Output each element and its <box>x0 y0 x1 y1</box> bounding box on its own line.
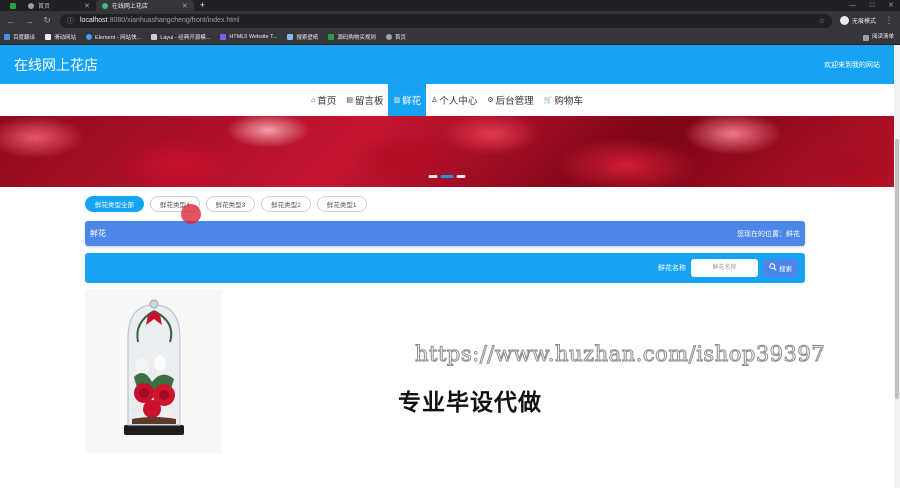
nav-item-home[interactable]: ⌂ 首页 <box>306 84 341 116</box>
browser-tab-label: 首页 <box>38 4 51 10</box>
close-tab-icon[interactable]: ✕ <box>182 2 188 10</box>
window-controls: — □ ✕ <box>849 0 894 11</box>
type-tab[interactable]: 鲜花类型2 <box>261 196 311 212</box>
nav-item-messages[interactable]: ▤ 留言板 <box>341 84 388 116</box>
nav-item-profile[interactable]: ♙ 个人中心 <box>426 84 482 116</box>
reading-list-button[interactable]: 阅读清单 <box>862 30 894 45</box>
bookmark-item[interactable]: Element - 网站快... <box>86 33 141 41</box>
current-position: 您现在的位置：鲜花 <box>737 230 800 238</box>
browser-tab-active[interactable]: 在线网上花店 ✕ <box>95 0 194 11</box>
new-tab-button[interactable]: + <box>200 0 205 11</box>
type-tab-all[interactable]: 鲜花类型全部 <box>85 196 144 212</box>
carousel-dot[interactable] <box>428 175 438 178</box>
url-path: :8080/xianhuashangcheng/front/index.html <box>107 17 240 24</box>
url-input[interactable]: ⓘ localhost:8080/xianhuashangcheng/front… <box>60 13 832 28</box>
reading-list-icon <box>862 34 869 41</box>
address-bar: ← → ↻ ⓘ localhost:8080/xianhuashangcheng… <box>0 11 900 30</box>
bookmark-icon <box>287 34 294 40</box>
bookmark-icon <box>151 34 158 40</box>
bookmark-item[interactable]: 百度翻译 <box>4 33 35 41</box>
browser-tab-label: 在线网上花店 <box>111 4 148 10</box>
product-card[interactable] <box>85 290 222 453</box>
bookmark-item[interactable]: 源码购物买规则 <box>328 33 376 41</box>
bookmark-icon <box>220 34 227 40</box>
search-input[interactable] <box>691 259 758 277</box>
home-icon: ⌂ <box>311 96 316 104</box>
nav-item-admin[interactable]: ⚙ 后台管理 <box>482 84 538 116</box>
scrollbar-thumb[interactable] <box>895 139 899 399</box>
bookmark-star-icon[interactable]: ☆ <box>819 17 825 25</box>
forward-icon[interactable]: → <box>24 16 34 26</box>
breadcrumb: 鲜花 您现在的位置：鲜花 <box>85 221 805 246</box>
vue-icon <box>101 2 108 9</box>
close-window-icon[interactable]: ✕ <box>888 0 894 11</box>
carousel-dot[interactable] <box>456 175 466 178</box>
maximize-icon[interactable]: □ <box>870 0 874 11</box>
bookmark-item[interactable]: 搜索壁纸 <box>287 33 318 41</box>
search-label: 鲜花名称 <box>658 265 686 272</box>
carousel-indicators <box>428 175 466 178</box>
bookmark-item[interactable]: HTML5 Website T... <box>220 34 277 40</box>
globe-icon <box>28 2 34 9</box>
grid-icon: ▥ <box>393 97 401 104</box>
type-tab[interactable]: 鲜花类型1 <box>316 196 367 212</box>
section-title: 鲜花 <box>90 229 106 238</box>
bookmark-item[interactable]: 滑动网站 <box>45 33 76 41</box>
carousel-dot-active[interactable] <box>440 175 454 178</box>
avatar <box>839 16 849 25</box>
main-nav: ⌂ 首页 ▤ 留言板 ▥ 鲜花 ♙ 个人中心 ⚙ 后台管理 🛒 购物车 <box>0 84 894 116</box>
watermark: https://www.huzhan.com/ishop39397 <box>414 342 826 367</box>
bookmark-icon <box>45 34 52 40</box>
flower-image <box>123 299 184 435</box>
search-bar: 鲜花名称 搜索 <box>85 253 805 283</box>
back-icon[interactable]: ← <box>6 16 16 26</box>
tab-favicon-icon <box>10 2 16 9</box>
profile-button[interactable]: 无痕模式 <box>839 16 876 25</box>
banner-carousel[interactable] <box>0 116 894 187</box>
site-title: 在线网上花店 <box>14 56 98 73</box>
cart-icon: 🛒 <box>543 97 553 104</box>
bookmark-icon <box>328 34 335 40</box>
nav-item-flowers[interactable]: ▥ 鲜花 <box>388 84 427 116</box>
link-icon: ⚙ <box>487 97 494 104</box>
click-indicator <box>181 204 201 224</box>
search-button[interactable]: 搜索 <box>763 259 798 277</box>
reload-icon[interactable]: ↻ <box>42 15 52 26</box>
browser-tab[interactable]: 首页 ✕ <box>22 0 96 11</box>
close-tab-icon[interactable]: ✕ <box>84 2 90 10</box>
welcome-text: 欢迎来到我的网站 <box>824 61 880 69</box>
browser-tab-strip: 首页 ✕ 在线网上花店 ✕ + — □ ✕ <box>0 0 900 11</box>
bookmark-item[interactable]: Layui - 经典开源模... <box>151 33 210 41</box>
url-host: localhost <box>80 17 108 24</box>
list-icon: ▤ <box>346 97 353 104</box>
search-icon <box>769 263 777 273</box>
bookmarks-bar: 百度翻译 滑动网站 Element - 网站快... Layui - 经典开源模… <box>0 30 900 45</box>
globe-icon <box>385 34 392 40</box>
page-viewport: 在线网上花店 欢迎来到我的网站 ⌂ 首页 ▤ 留言板 ▥ 鲜花 ♙ 个人中心 ⚙ 后台管理… <box>0 45 900 488</box>
overlay-caption: 专业毕设代做 <box>398 390 542 416</box>
browser-tab[interactable] <box>4 0 22 11</box>
bookmark-item[interactable]: 首页 <box>385 33 406 41</box>
info-icon: ⓘ <box>67 17 74 25</box>
menu-icon[interactable]: ⋮ <box>884 15 894 26</box>
bookmark-icon <box>4 34 10 40</box>
scrollbar[interactable] <box>894 45 900 488</box>
profile-label: 无痕模式 <box>851 19 876 25</box>
nav-item-cart[interactable]: 🛒 购物车 <box>539 84 588 116</box>
type-tab[interactable]: 鲜花类型3 <box>205 196 256 212</box>
site-header: 在线网上花店 欢迎来到我的网站 <box>0 45 894 84</box>
user-icon: ♙ <box>431 97 438 104</box>
bookmark-icon <box>86 34 93 40</box>
minimize-icon[interactable]: — <box>849 0 856 11</box>
